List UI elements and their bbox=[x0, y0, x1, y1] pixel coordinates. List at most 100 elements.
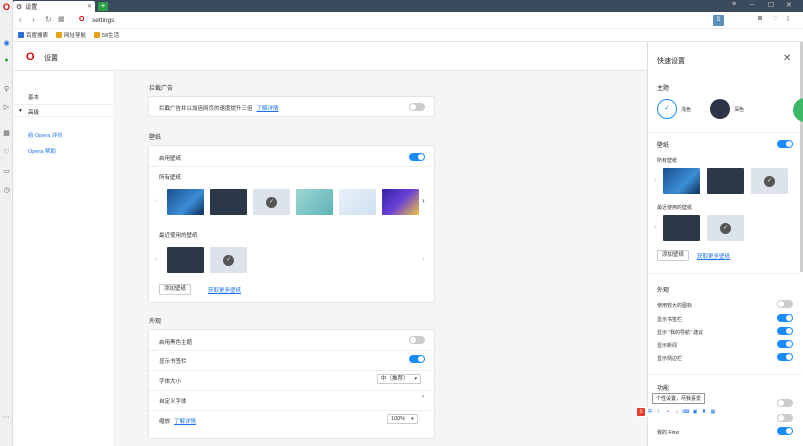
opera-url-icon: O bbox=[79, 16, 85, 23]
more-wallpapers-link[interactable]: 获取更多壁纸 bbox=[208, 286, 241, 294]
tab-settings[interactable]: ⚙ 设置 ✕ bbox=[13, 1, 95, 12]
chevron-right-icon[interactable]: › bbox=[422, 196, 425, 205]
wallpaper-thumb[interactable] bbox=[210, 189, 247, 215]
add-wallpaper-button[interactable]: 添加壁纸 bbox=[657, 250, 690, 261]
speed-dial-icon[interactable]: ▦ bbox=[58, 15, 65, 23]
heart-icon[interactable]: ♡ bbox=[2, 147, 11, 156]
wallpaper-thumb[interactable] bbox=[663, 168, 700, 194]
forward-icon[interactable]: › bbox=[32, 15, 35, 24]
nav-advanced[interactable]: ▾ 高级 bbox=[13, 104, 113, 117]
all-wallpapers-label: 所有壁纸 bbox=[159, 175, 182, 181]
chevron-right-icon[interactable]: › bbox=[422, 254, 425, 263]
ads-toggle[interactable] bbox=[409, 103, 425, 111]
back-icon[interactable]: ‹ bbox=[19, 15, 22, 24]
show-sidebar-toggle[interactable] bbox=[777, 353, 793, 361]
chevron-left-icon[interactable]: ‹ bbox=[654, 175, 657, 184]
light-theme-option[interactable]: ✓ bbox=[657, 99, 677, 119]
opera-help-link[interactable]: Opera 帮助 bbox=[28, 147, 56, 155]
minimize-icon[interactable]: – bbox=[750, 1, 754, 8]
bookmarks-bar-label: 显示书签栏 bbox=[159, 359, 187, 365]
sogou-extension-icon[interactable]: S bbox=[713, 15, 724, 26]
bookmark-58[interactable]: 58生活 bbox=[94, 31, 119, 39]
chevron-left-icon[interactable]: ‹ bbox=[155, 254, 158, 263]
menu-icon[interactable]: ≡ bbox=[732, 1, 736, 8]
news-icon[interactable]: ▭ bbox=[2, 166, 11, 175]
wallpaper-thumb[interactable] bbox=[339, 189, 376, 215]
window-close-icon[interactable]: ✕ bbox=[786, 1, 792, 9]
messenger-icon[interactable]: ◉ bbox=[2, 38, 11, 47]
camera-icon[interactable]: ◙ bbox=[758, 15, 762, 22]
feature-toggle-2[interactable] bbox=[777, 414, 793, 422]
wallpaper-thumb-selected[interactable]: ✓ bbox=[751, 168, 788, 194]
font-size-select[interactable]: 中（推荐） ▾ bbox=[377, 374, 422, 384]
ads-learn-more-link[interactable]: 了解详情 bbox=[257, 106, 279, 112]
wallpaper-toggle[interactable] bbox=[777, 140, 793, 148]
new-tab-button[interactable]: + bbox=[98, 2, 108, 11]
chevron-right-icon[interactable]: › bbox=[422, 394, 424, 400]
url-input[interactable]: settings bbox=[92, 17, 114, 24]
send-icon[interactable]: ▷ bbox=[2, 102, 11, 111]
wallpaper-thumb[interactable] bbox=[167, 189, 204, 215]
wallpaper-toggle[interactable] bbox=[409, 153, 425, 161]
tab-title: 设置 bbox=[25, 5, 38, 11]
rate-opera-link[interactable]: 给 Opera 评价 bbox=[28, 131, 63, 139]
more-icon[interactable]: ⋯ bbox=[2, 412, 11, 421]
large-icons-toggle[interactable] bbox=[777, 300, 793, 308]
speed-dial-icon[interactable]: ▦ bbox=[2, 128, 11, 137]
wallpaper-thumb-selected[interactable]: ✓ bbox=[253, 189, 290, 215]
close-icon[interactable]: ✕ bbox=[87, 3, 92, 10]
nav-basic[interactable]: 基本 bbox=[28, 93, 39, 101]
bookmark-nav[interactable]: 网址导航 bbox=[56, 31, 86, 39]
dark-theme-option[interactable] bbox=[710, 99, 730, 119]
wallpaper-thumb[interactable] bbox=[296, 189, 333, 215]
shirt-icon[interactable]: ♜ bbox=[700, 408, 708, 416]
wallpaper-section-title: 壁纸 bbox=[657, 143, 670, 149]
wallpaper-thumb[interactable] bbox=[382, 189, 419, 215]
download-icon[interactable]: ⇩ bbox=[785, 15, 791, 23]
more-wallpapers-link[interactable]: 获取更多壁纸 bbox=[697, 252, 730, 260]
wallpaper-thumb[interactable] bbox=[663, 215, 700, 241]
appearance-section-title: 外观 bbox=[657, 288, 670, 294]
appearance-card: 启用黑色主题 显示书签栏 字体大小 中（推荐） ▾ 自定义字体 › 缩放 了解详情 … bbox=[148, 329, 436, 439]
wallpaper-thumb-selected[interactable]: ✓ bbox=[210, 247, 247, 273]
opera-logo-icon[interactable]: O bbox=[2, 2, 11, 12]
dark-theme-toggle[interactable] bbox=[409, 336, 425, 344]
chevron-left-icon[interactable]: ‹ bbox=[654, 222, 657, 231]
custom-fonts-label: 自定义字体 bbox=[159, 399, 187, 405]
show-news-toggle[interactable] bbox=[777, 340, 793, 348]
whatsapp-icon[interactable]: ● bbox=[2, 56, 11, 65]
chevron-down-icon: ▾ bbox=[414, 376, 418, 382]
maximize-icon[interactable]: ☐ bbox=[768, 1, 774, 9]
my-nav-suggestions-toggle[interactable] bbox=[777, 327, 793, 335]
divider bbox=[648, 273, 801, 274]
divider bbox=[648, 132, 801, 133]
58-icon bbox=[94, 32, 101, 38]
close-icon[interactable]: ✕ bbox=[783, 53, 791, 64]
reload-icon[interactable]: ↻ bbox=[45, 15, 52, 24]
sogou-icon[interactable]: S bbox=[637, 408, 645, 416]
bookmark-baidu[interactable]: 百度搜索 bbox=[18, 31, 48, 39]
feature-toggle-1[interactable] bbox=[777, 399, 793, 407]
wallpaper-thumb-selected[interactable]: ✓ bbox=[707, 215, 744, 241]
heart-icon[interactable]: ♡ bbox=[772, 15, 778, 23]
ime-toolbar: S 中 ☾ • ♪ ⌨ ▣ ♜ ▦ bbox=[637, 407, 717, 417]
skin-icon[interactable]: ▣ bbox=[691, 408, 699, 416]
punct-icon[interactable]: • bbox=[664, 408, 672, 416]
my-flow-toggle[interactable] bbox=[777, 427, 793, 435]
grid-icon[interactable]: ▦ bbox=[709, 408, 717, 416]
bookmarks-bar-toggle[interactable] bbox=[409, 355, 425, 363]
mic-icon[interactable]: ♪ bbox=[673, 408, 681, 416]
search-icon[interactable]: ⚲ bbox=[2, 84, 11, 93]
moon-icon[interactable]: ☾ bbox=[655, 408, 663, 416]
chevron-left-icon[interactable]: ‹ bbox=[155, 196, 158, 205]
ime-lang-icon[interactable]: 中 bbox=[646, 408, 654, 416]
add-wallpaper-button[interactable]: 添加壁纸 bbox=[159, 284, 192, 295]
wallpaper-thumb[interactable] bbox=[707, 168, 744, 194]
keyboard-icon[interactable]: ⌨ bbox=[682, 408, 690, 416]
wallpaper-thumb[interactable] bbox=[167, 247, 204, 273]
zoom-select[interactable]: 100% ▾ bbox=[387, 414, 418, 424]
zoom-learn-more-link[interactable]: 了解详情 bbox=[174, 419, 196, 425]
ads-section-title: 拦截广告 bbox=[149, 86, 174, 92]
history-icon[interactable]: ◷ bbox=[2, 185, 11, 194]
bookmarks-bar-toggle[interactable] bbox=[777, 314, 793, 322]
